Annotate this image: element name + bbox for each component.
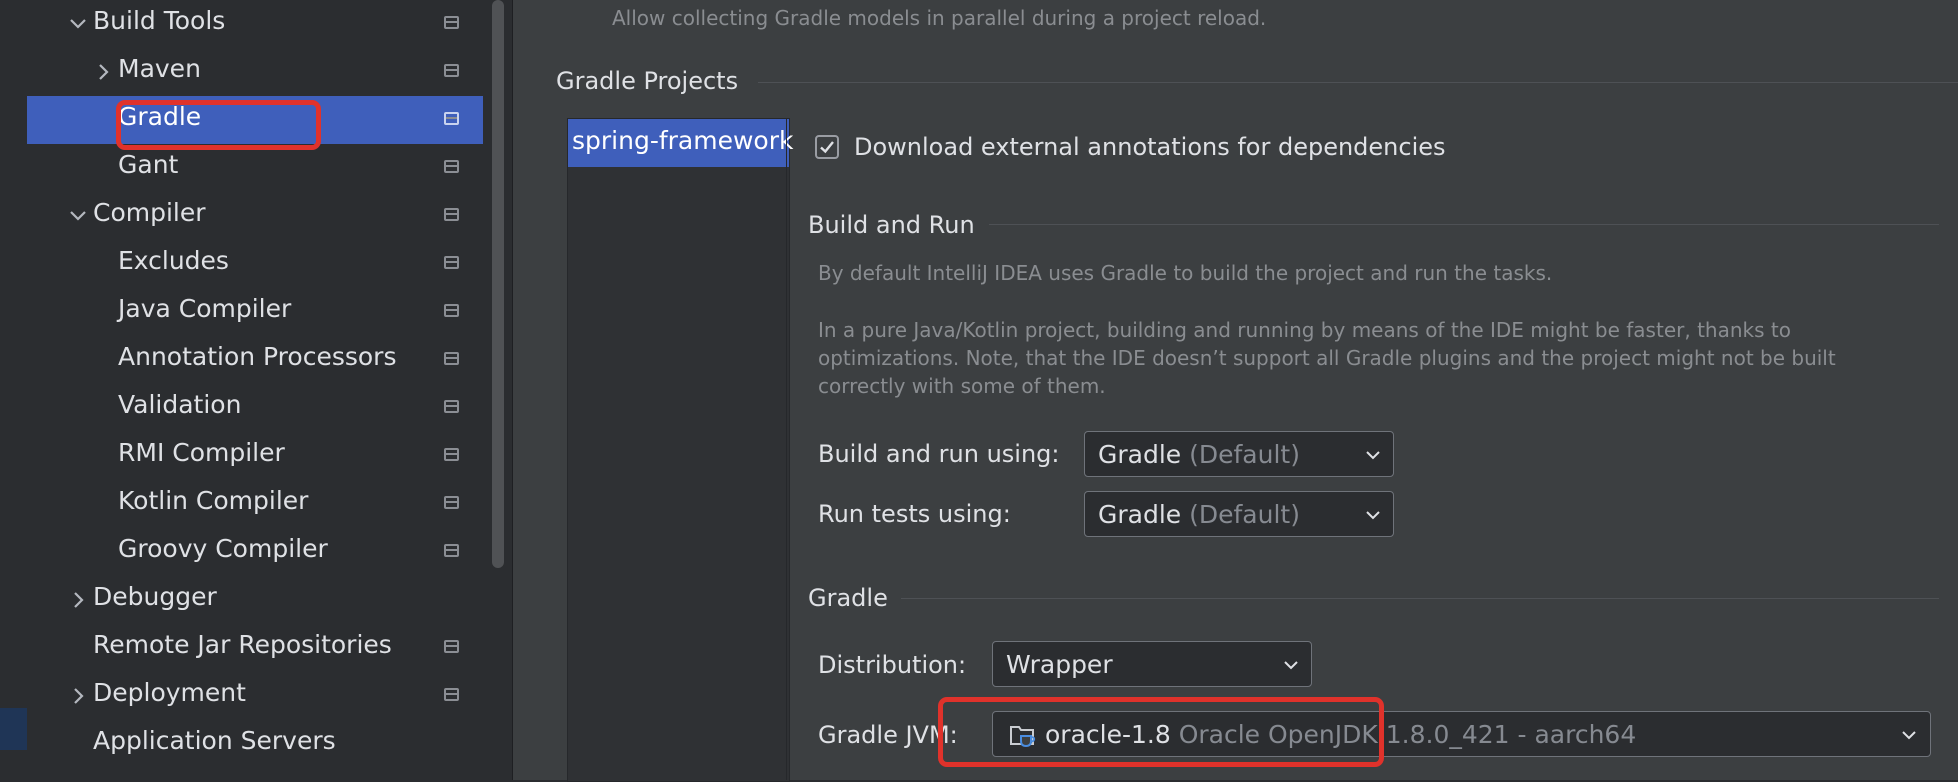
project-settings-icon: [444, 208, 459, 221]
sidebar-item-kotlin-compiler[interactable]: Kotlin Compiler: [27, 480, 483, 528]
left-edge-strip: [0, 708, 27, 750]
chevron-right-icon[interactable]: [93, 58, 113, 86]
build-and-run-separator: [989, 224, 1939, 225]
sidebar-item-label: Groovy Compiler: [118, 534, 328, 563]
run-tests-using-value: Gradle: [1098, 500, 1182, 529]
sidebar-item-label: Build Tools: [93, 6, 226, 35]
build-and-run-desc2-line2: optimizations. Note, that the IDE doesn’…: [818, 346, 1836, 370]
sidebar-item-label: Compiler: [93, 198, 206, 227]
chevron-down-icon: [1366, 451, 1380, 460]
sidebar-item-groovy-compiler[interactable]: Groovy Compiler: [27, 528, 483, 576]
chevron-down-icon: [1902, 731, 1916, 740]
sidebar-item-compiler[interactable]: Compiler: [27, 192, 483, 240]
project-settings-icon: [444, 304, 459, 317]
project-settings-icon: [444, 160, 459, 173]
sidebar-item-java-compiler[interactable]: Java Compiler: [27, 288, 483, 336]
sidebar-item-debugger[interactable]: Debugger: [27, 576, 483, 624]
project-settings-icon: [444, 112, 459, 125]
project-item-spring-framework[interactable]: spring-framework: [568, 119, 793, 167]
sidebar-item-label: Excludes: [118, 246, 229, 275]
chevron-down-icon[interactable]: [68, 10, 88, 38]
build-run-using-value: Gradle: [1098, 440, 1182, 469]
distribution-select[interactable]: Wrapper: [992, 641, 1312, 687]
project-settings-icon: [444, 352, 459, 365]
chevron-down-icon[interactable]: [68, 202, 88, 230]
build-and-run-desc2-line1: In a pure Java/Kotlin project, building …: [818, 318, 1791, 342]
sidebar-scrollbar[interactable]: [492, 0, 504, 568]
project-settings-icon: [444, 640, 459, 653]
sidebar-item-label: Deployment: [93, 678, 246, 707]
sidebar-item-label: Java Compiler: [118, 294, 292, 323]
project-settings-icon: [444, 496, 459, 509]
sidebar-item-build-tools[interactable]: Build Tools: [27, 0, 483, 48]
chevron-right-icon[interactable]: [68, 682, 88, 710]
chevron-down-icon: [1284, 661, 1298, 670]
gradle-settings-panel: Allow collecting Gradle models in parall…: [513, 0, 1958, 782]
gradle-section-title: Gradle: [808, 584, 888, 612]
project-item-label: spring-framework: [572, 126, 794, 155]
project-settings-icon: [444, 448, 459, 461]
gradle-projects-separator: [758, 82, 1958, 83]
build-and-run-title: Build and Run: [808, 211, 975, 239]
build-run-using-default: (Default): [1189, 440, 1300, 469]
gradle-jvm-highlight-box: [938, 697, 1384, 767]
build-run-using-select[interactable]: Gradle (Default): [1084, 431, 1394, 477]
sidebar-item-label: Application Servers: [93, 726, 336, 755]
sidebar-item-label: Gant: [118, 150, 179, 179]
download-annotations-checkbox[interactable]: [815, 135, 839, 159]
settings-sidebar: Build Tools Maven Gradle Gant Compiler E…: [27, 0, 512, 780]
sidebar-item-label: RMI Compiler: [118, 438, 285, 467]
run-tests-using-default: (Default): [1189, 500, 1300, 529]
gradle-jvm-label: Gradle JVM:: [818, 721, 958, 749]
sidebar-item-excludes[interactable]: Excludes: [27, 240, 483, 288]
sidebar-item-label: Debugger: [93, 582, 217, 611]
sidebar-item-validation[interactable]: Validation: [27, 384, 483, 432]
sidebar-item-application-servers[interactable]: Application Servers: [27, 720, 483, 768]
sidebar-item-annotation-processors[interactable]: Annotation Processors: [27, 336, 483, 384]
project-settings-icon: [444, 64, 459, 77]
projects-list-divider: [786, 118, 787, 780]
checkmark-icon: [820, 141, 834, 154]
build-run-using-label: Build and run using:: [818, 440, 1060, 468]
gradle-section-separator: [901, 598, 1939, 599]
window-left-edge: [0, 0, 27, 780]
sidebar-item-maven[interactable]: Maven: [27, 48, 483, 96]
build-and-run-desc2-line3: correctly with some of them.: [818, 374, 1106, 398]
sidebar-item-deployment[interactable]: Deployment: [27, 672, 483, 720]
sidebar-item-gant[interactable]: Gant: [27, 144, 483, 192]
parallel-models-hint: Allow collecting Gradle models in parall…: [612, 6, 1267, 30]
gradle-projects-title: Gradle Projects: [556, 67, 739, 95]
project-settings-icon: [444, 544, 459, 557]
sidebar-item-label: Validation: [118, 390, 242, 419]
gradle-highlight-box: [116, 100, 321, 150]
sidebar-item-remote-jar-repositories[interactable]: Remote Jar Repositories: [27, 624, 483, 672]
sidebar-item-label: Kotlin Compiler: [118, 486, 309, 515]
distribution-label: Distribution:: [818, 651, 967, 679]
sidebar-item-label: Annotation Processors: [118, 342, 397, 371]
distribution-value: Wrapper: [1006, 650, 1113, 679]
build-and-run-desc: By default IntelliJ IDEA uses Gradle to …: [818, 261, 1553, 285]
gradle-projects-list: spring-framework: [567, 118, 793, 782]
project-settings-icon: [444, 256, 459, 269]
run-tests-using-select[interactable]: Gradle (Default): [1084, 491, 1394, 537]
project-settings-icon: [444, 688, 459, 701]
project-settings-icon: [444, 400, 459, 413]
sidebar-item-label: Maven: [118, 54, 201, 83]
chevron-right-icon[interactable]: [68, 586, 88, 614]
sidebar-item-rmi-compiler[interactable]: RMI Compiler: [27, 432, 483, 480]
download-annotations-label[interactable]: Download external annotations for depend…: [854, 133, 1446, 161]
chevron-down-icon: [1366, 511, 1380, 520]
run-tests-using-label: Run tests using:: [818, 500, 1011, 528]
sidebar-item-label: Remote Jar Repositories: [93, 630, 392, 659]
project-settings-icon: [444, 16, 459, 29]
